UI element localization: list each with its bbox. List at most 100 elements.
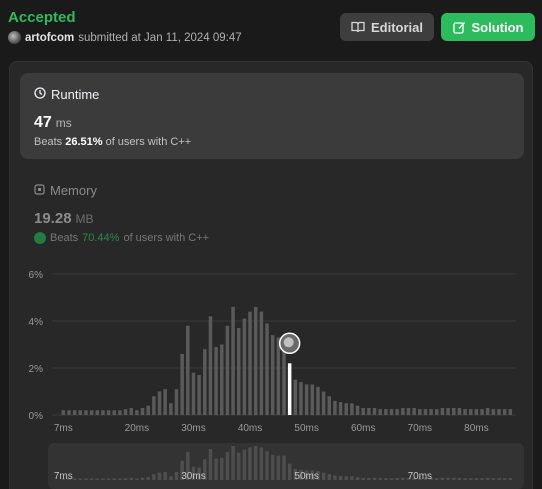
overview-bar	[146, 477, 150, 480]
bar	[372, 407, 377, 415]
bar	[180, 353, 184, 415]
bar	[169, 403, 173, 415]
x-tick-label: 7ms	[54, 423, 73, 434]
bar	[457, 407, 462, 415]
bar	[231, 306, 235, 415]
overview-bar	[327, 474, 332, 480]
overview-bar	[508, 478, 513, 480]
bar	[316, 386, 320, 415]
overview-bar	[440, 477, 445, 480]
overview-bar	[129, 477, 133, 480]
overview-bar	[259, 447, 264, 480]
overview-bar	[401, 477, 405, 480]
bar	[129, 407, 133, 415]
bar	[480, 409, 484, 415]
avatar-face	[283, 337, 294, 348]
overview-bar	[463, 478, 467, 480]
bar	[259, 311, 264, 415]
overview-bar	[118, 478, 122, 480]
overview-bar	[502, 478, 507, 480]
bar	[299, 382, 303, 415]
overview-bar	[231, 446, 235, 480]
bar	[468, 409, 473, 415]
bar	[321, 391, 326, 415]
bar	[140, 407, 145, 415]
overview-bar	[372, 477, 377, 480]
overview-bar	[169, 476, 173, 480]
overview-bar	[367, 477, 371, 480]
runtime-distribution-chart[interactable]: 0% 2% 4% 6% 7ms 20ms 30ms 40ms 50ms 60ms 70ms 80ms 7…	[0, 0, 542, 489]
bar	[225, 325, 230, 415]
overview-bar	[220, 457, 224, 480]
bar	[123, 409, 128, 415]
overview-tick-label: 7ms	[54, 471, 73, 482]
bar	[463, 409, 467, 415]
x-tick-label: 60ms	[351, 423, 375, 434]
overview-bar	[157, 472, 162, 480]
bar	[452, 407, 456, 415]
bar	[418, 409, 422, 415]
bar	[327, 396, 332, 415]
overview-bar	[242, 449, 247, 480]
overview-bar	[72, 478, 77, 480]
bar	[242, 318, 247, 415]
bar	[203, 349, 207, 415]
overview-bar	[106, 478, 111, 480]
bar	[474, 409, 479, 415]
x-tick-label: 80ms	[464, 423, 488, 434]
overview-bar	[435, 478, 439, 480]
bar	[367, 407, 371, 415]
bar	[248, 311, 252, 415]
bar	[338, 402, 343, 415]
overview-bar	[446, 477, 450, 480]
bar	[406, 407, 411, 415]
bar	[89, 410, 94, 415]
overview-bar	[389, 478, 394, 480]
overview-bar	[378, 478, 382, 480]
bar	[508, 409, 513, 415]
y-tick-label: 6%	[29, 270, 44, 281]
y-tick-label: 0%	[29, 411, 44, 422]
overview-bar	[287, 463, 292, 480]
overview-bar	[480, 478, 484, 480]
overview-bar	[384, 478, 388, 480]
overview-bar	[140, 477, 145, 480]
overview-bar	[174, 471, 179, 480]
overview-bar	[474, 478, 479, 480]
x-tick-label: 20ms	[125, 423, 149, 434]
bar	[95, 410, 100, 415]
bar	[355, 405, 360, 415]
bar	[253, 306, 258, 415]
bar	[236, 328, 241, 415]
overview-bar	[123, 478, 128, 480]
overview-tick-label: 30ms	[181, 471, 205, 482]
x-tick-label: 30ms	[181, 423, 205, 434]
bar	[304, 384, 309, 415]
bar	[497, 409, 501, 415]
overview-bar	[248, 447, 252, 480]
overview-bar	[355, 477, 360, 480]
overview-bar	[236, 452, 241, 480]
overview-bar	[265, 451, 269, 480]
overview-bar	[452, 477, 456, 480]
bar	[84, 410, 88, 415]
overview-tick-label: 50ms	[294, 471, 318, 482]
highlight-bar	[287, 363, 292, 415]
overview-bar	[112, 478, 116, 480]
y-tick-label: 4%	[29, 317, 44, 328]
bar	[191, 372, 196, 415]
overview-bar	[253, 446, 258, 480]
overview-bar	[135, 478, 139, 480]
bar	[208, 316, 213, 415]
overview-bar	[95, 478, 100, 480]
bar	[152, 396, 156, 415]
overview-tick-label: 70ms	[408, 471, 432, 482]
bar	[435, 409, 439, 415]
bar	[361, 407, 365, 415]
bar	[157, 391, 162, 415]
overview-bar	[457, 477, 462, 480]
bar	[502, 409, 507, 415]
bar	[61, 410, 66, 415]
bar	[112, 410, 116, 415]
bar	[106, 410, 111, 415]
